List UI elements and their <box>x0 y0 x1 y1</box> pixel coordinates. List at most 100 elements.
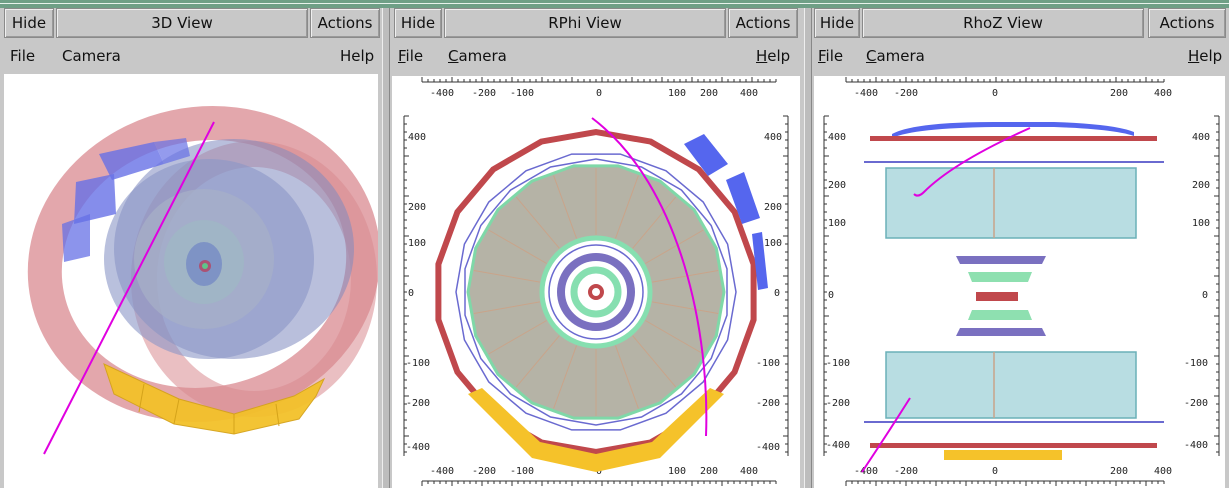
menubar-3d: File Camera Help <box>0 42 382 72</box>
tick-label: 400 <box>408 132 426 143</box>
tick-label: 0 <box>408 288 414 299</box>
tick-label: -400 <box>826 440 850 451</box>
panel-3d-view: Hide 3D View Actions File Camera Help <box>0 8 382 488</box>
menu-file-rhoz[interactable]: File <box>818 47 843 65</box>
barrel-cylinder-3d <box>104 139 354 359</box>
tick-label: 400 <box>1154 466 1172 477</box>
view-title-3d[interactable]: 3D View <box>56 8 308 38</box>
tick-label: 200 <box>700 88 718 99</box>
menu-help-rhoz[interactable]: Help <box>1188 47 1222 65</box>
hide-button-3d[interactable]: Hide <box>4 8 54 38</box>
tick-label: 400 <box>740 466 758 477</box>
muon-chamber <box>684 134 728 176</box>
panel-splitter-1[interactable] <box>382 8 390 488</box>
tick-label: 0 <box>828 290 834 301</box>
tick-label: -200 <box>472 88 496 99</box>
tick-label: 400 <box>764 132 782 143</box>
tick-label: 200 <box>408 202 426 213</box>
titlebar-rphi: Hide RPhi View Actions <box>390 8 804 38</box>
actions-button-rhoz[interactable]: Actions <box>1148 8 1226 38</box>
menubar-rphi: File Camera Help <box>390 42 804 72</box>
hide-button-rphi[interactable]: Hide <box>394 8 442 38</box>
menu-camera-rphi[interactable]: Camera <box>448 47 507 65</box>
tick-label: 100 <box>764 238 782 249</box>
rhoz-x-ticks-top: -400 -200 0 200 400 <box>854 88 1172 99</box>
tick-label: -400 <box>406 442 430 453</box>
tick-label: 400 <box>740 88 758 99</box>
tick-label: 0 <box>992 466 998 477</box>
viewport-rhoz[interactable]: -400 -200 0 200 400 -400 -200 0 200 400 … <box>814 76 1225 488</box>
tick-label: 100 <box>668 88 686 99</box>
tick-label: -200 <box>1184 398 1208 409</box>
tick-label: 200 <box>1110 466 1128 477</box>
tick-label: -200 <box>894 466 918 477</box>
tracker-bottom <box>968 310 1032 320</box>
tick-label: 200 <box>1110 88 1128 99</box>
tick-label: 100 <box>1192 218 1210 229</box>
tick-label: -200 <box>472 466 496 477</box>
tick-label: -100 <box>510 88 534 99</box>
tick-label: -400 <box>756 442 780 453</box>
tick-label: -200 <box>894 88 918 99</box>
rhoz-detector <box>861 122 1164 473</box>
tick-label: 200 <box>1192 180 1210 191</box>
rphi-y-ticks-right: 400 200 100 0 -100 -200 -400 <box>756 132 782 453</box>
menubar-rhoz: File Camera Help <box>812 42 1229 72</box>
tick-label: 100 <box>668 466 686 477</box>
vertex-top <box>956 256 1046 264</box>
tick-label: 200 <box>700 466 718 477</box>
tick-label: -200 <box>406 398 430 409</box>
rhoz-y-ticks-left: 400 200 100 0 -100 -200 -400 <box>826 132 850 451</box>
titlebar-3d: Hide 3D View Actions <box>0 8 382 38</box>
window-top-strip <box>0 0 1229 8</box>
menu-camera-rhoz[interactable]: Camera <box>866 47 925 65</box>
coil-bottom <box>870 443 1157 448</box>
view-title-rphi[interactable]: RPhi View <box>444 8 726 38</box>
tick-label: -400 <box>854 88 878 99</box>
panel-rphi-view: Hide RPhi View Actions File Camera Help … <box>390 8 804 488</box>
tick-label: -100 <box>756 358 780 369</box>
menu-help-rphi[interactable]: Help <box>756 47 790 65</box>
panel-splitter-2[interactable] <box>804 8 812 488</box>
tick-label: -400 <box>430 466 454 477</box>
rphi-x-ticks-top: -400 -200 -100 0 100 200 400 <box>430 88 758 99</box>
tick-label: 100 <box>408 238 426 249</box>
tick-label: -400 <box>1184 440 1208 451</box>
tick-label: 400 <box>1154 88 1172 99</box>
tick-label: -200 <box>826 398 850 409</box>
tick-label: 100 <box>828 218 846 229</box>
rhoz-x-ticks-bottom: -400 -200 0 200 400 <box>854 466 1172 477</box>
menu-file-rphi[interactable]: File <box>398 47 423 65</box>
hide-button-rhoz[interactable]: Hide <box>814 8 860 38</box>
beampipe-ring <box>588 284 604 300</box>
tick-label: -100 <box>510 466 534 477</box>
tick-label: 0 <box>774 288 780 299</box>
tick-label: -100 <box>406 358 430 369</box>
tick-label: -100 <box>1184 358 1208 369</box>
rphi-detector <box>435 117 768 472</box>
rhoz-y-ticks-right: 400 200 100 0 -100 -200 -400 <box>1184 132 1210 451</box>
viewport-3d[interactable] <box>4 74 378 488</box>
menu-help-3d[interactable]: Help <box>340 47 374 65</box>
tick-label: 200 <box>828 180 846 191</box>
tick-label: 200 <box>764 202 782 213</box>
tick-label: 400 <box>1192 132 1210 143</box>
rphi-y-ticks-left: 400 200 100 0 -100 -200 -400 <box>406 132 430 453</box>
tick-label: 400 <box>828 132 846 143</box>
muon-chamber <box>726 172 760 224</box>
menu-file-3d[interactable]: File <box>10 47 35 65</box>
viewport-rphi[interactable]: -400 -200 -100 0 100 200 400 -400 -200 -… <box>392 76 800 488</box>
view-title-rhoz[interactable]: RhoZ View <box>862 8 1144 38</box>
tick-label: -400 <box>430 88 454 99</box>
tick-label: 0 <box>1202 290 1208 301</box>
actions-button-3d[interactable]: Actions <box>310 8 380 38</box>
coil-top <box>870 136 1157 141</box>
tick-label: 0 <box>992 88 998 99</box>
tick-label: -100 <box>826 358 850 369</box>
tracker-top <box>968 272 1032 282</box>
menu-camera-3d[interactable]: Camera <box>62 47 121 65</box>
vertex-bottom <box>956 328 1046 336</box>
beampipe <box>976 292 1018 301</box>
panel-rhoz-view: Hide RhoZ View Actions File Camera Help … <box>812 8 1229 488</box>
actions-button-rphi[interactable]: Actions <box>728 8 798 38</box>
